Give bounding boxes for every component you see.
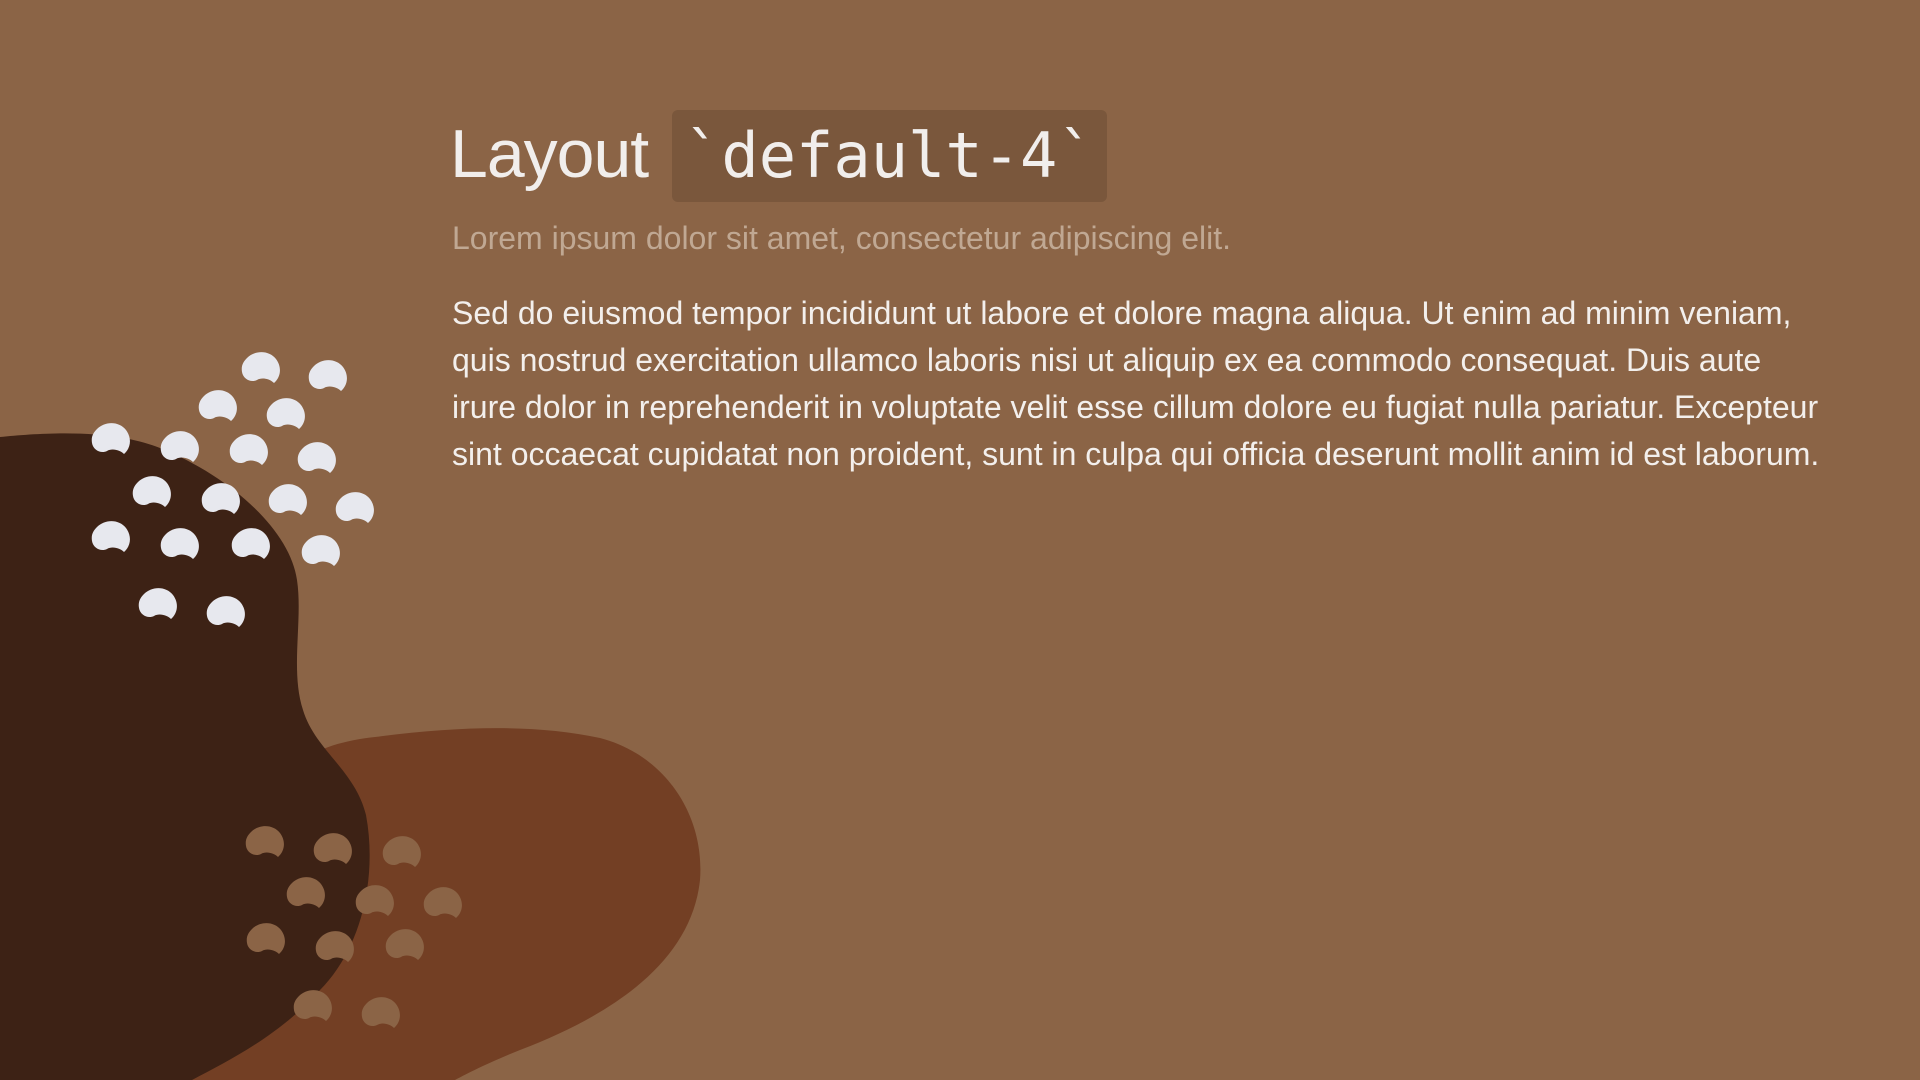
light-dot — [335, 492, 374, 523]
light-dot — [241, 352, 280, 383]
slide-title: Layout `default-4` — [450, 108, 1830, 202]
title-text: Layout — [450, 116, 649, 192]
light-dot — [308, 360, 347, 391]
light-dot — [198, 390, 237, 421]
light-dot — [91, 423, 130, 454]
slide-body-text: Sed do eiusmod tempor incididunt ut labo… — [452, 295, 1820, 472]
light-dot — [160, 431, 199, 462]
light-dot — [229, 434, 268, 465]
title-code: `default-4` — [672, 110, 1107, 202]
light-dot — [297, 442, 336, 473]
light-dot — [268, 484, 307, 515]
light-dot — [266, 398, 305, 429]
slide-subtitle: Lorem ipsum dolor sit amet, consectetur … — [452, 220, 1232, 256]
light-dot — [301, 535, 340, 566]
slide: Layout `default-4` Lorem ipsum dolor sit… — [0, 0, 1920, 1080]
content-area: Layout `default-4` Lorem ipsum dolor sit… — [450, 108, 1830, 478]
